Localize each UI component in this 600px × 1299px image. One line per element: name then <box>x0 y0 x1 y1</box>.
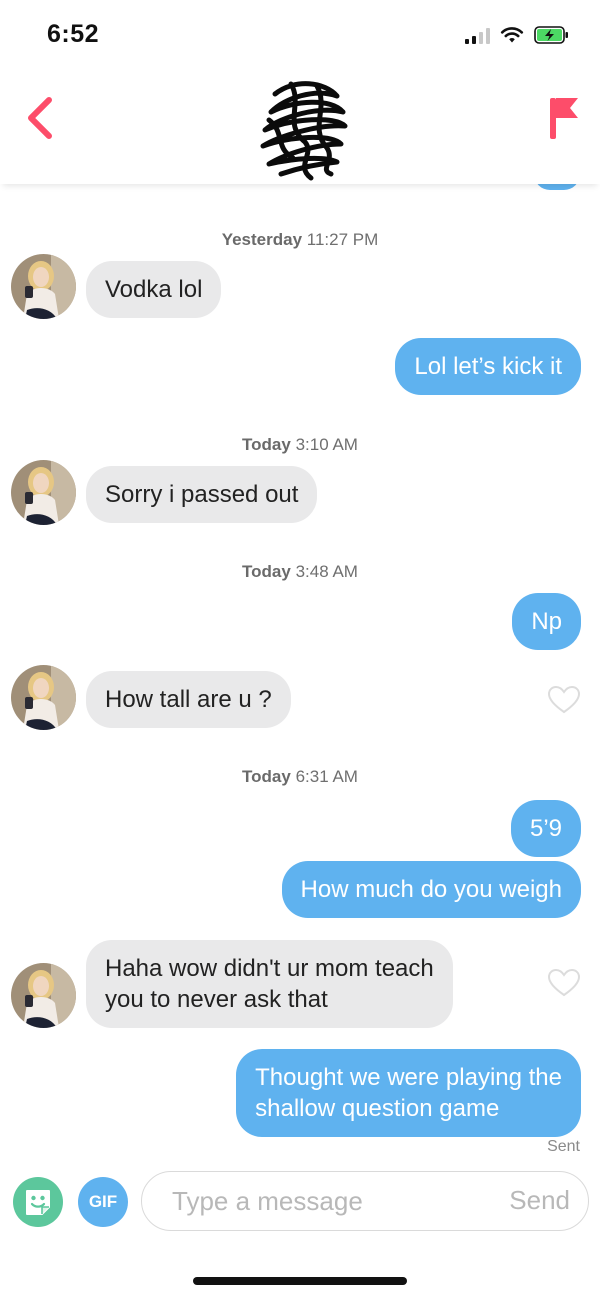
outgoing-message-bubble[interactable]: Lol let’s kick it <box>395 338 581 395</box>
message-composer: Send <box>141 1171 589 1231</box>
chevron-left-icon[interactable] <box>20 94 60 142</box>
heart-icon[interactable] <box>547 685 581 715</box>
timestamp: Today 3:48 AM <box>242 562 358 581</box>
battery-charging-icon <box>534 26 568 44</box>
home-indicator[interactable] <box>193 1277 407 1285</box>
heart-icon[interactable] <box>547 968 581 998</box>
sent-status: Sent <box>547 1138 580 1155</box>
gif-button[interactable]: GIF <box>78 1177 128 1227</box>
outgoing-message-bubble[interactable]: How much do you weigh <box>281 861 581 918</box>
wifi-icon <box>500 27 524 43</box>
match-avatar[interactable] <box>11 254 76 319</box>
status-icons <box>465 26 570 44</box>
scribbled-avatar[interactable] <box>245 74 357 182</box>
flag-icon[interactable] <box>546 95 582 141</box>
match-avatar[interactable] <box>11 460 76 525</box>
match-avatar[interactable] <box>11 963 76 1028</box>
signal-icon <box>465 26 490 44</box>
incoming-message-bubble[interactable]: Vodka lol <box>86 261 222 318</box>
outgoing-message-bubble[interactable]: Thought we were playing the shallow ques… <box>236 1049 581 1137</box>
timestamp: Today 3:10 AM <box>242 435 358 454</box>
outgoing-message-bubble[interactable]: 5’9 <box>510 800 581 857</box>
smiley-sticker-icon <box>26 1190 50 1215</box>
timestamp: Today 6:31 AM <box>242 767 358 786</box>
message-input[interactable] <box>172 1185 482 1217</box>
status-time: 6:52 <box>47 20 100 48</box>
outgoing-message-bubble[interactable]: Np <box>512 593 581 650</box>
sticker-button[interactable] <box>13 1177 63 1227</box>
timestamp: Yesterday 11:27 PM <box>221 230 379 249</box>
chat-header <box>0 60 600 184</box>
incoming-message-bubble[interactable]: Sorry i passed out <box>86 466 318 523</box>
match-avatar[interactable] <box>11 665 76 730</box>
send-button[interactable]: Send <box>509 1185 570 1216</box>
incoming-message-bubble[interactable]: Haha wow didn't ur mom teach you to neve… <box>86 940 453 1028</box>
incoming-message-bubble[interactable]: How tall are u ? <box>86 671 291 728</box>
